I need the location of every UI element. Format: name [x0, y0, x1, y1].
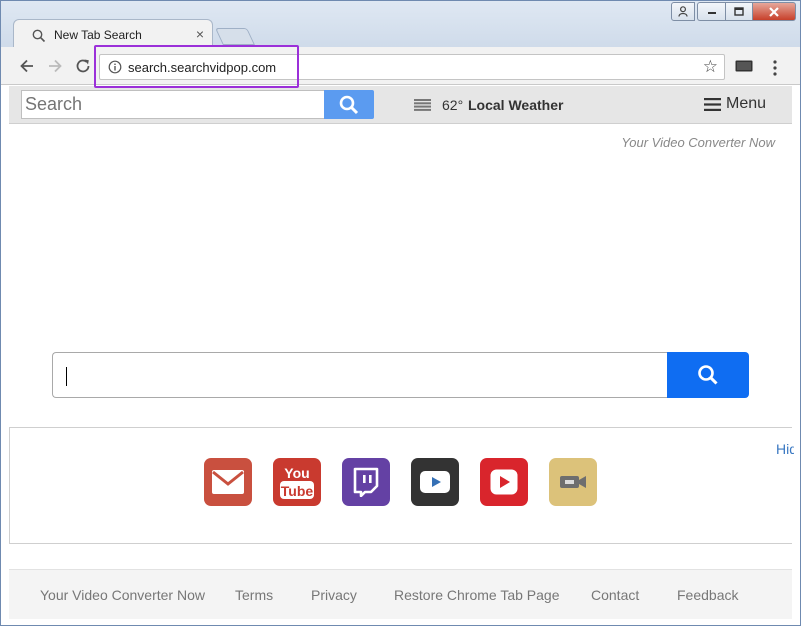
main-search-button[interactable] [667, 352, 749, 398]
user-button[interactable] [671, 2, 695, 21]
text-caret [66, 367, 67, 386]
close-window-button[interactable] [752, 2, 796, 21]
tab-close-button[interactable]: × [192, 26, 208, 42]
youtube-logo-icon: You Tube [280, 465, 314, 499]
shortcuts-panel: Hide You Tube [9, 427, 794, 544]
user-icon [678, 6, 688, 17]
shortcut-gmail[interactable] [204, 458, 252, 506]
close-icon [769, 6, 779, 17]
main-search-bar [52, 352, 749, 398]
svg-text:You: You [284, 465, 309, 481]
forward-arrow-icon[interactable] [45, 56, 65, 76]
reload-icon[interactable] [73, 56, 93, 76]
page-footer: Your Video Converter Now Terms Privacy R… [9, 569, 792, 619]
back-arrow-icon[interactable] [17, 56, 37, 76]
shortcut-video-camera[interactable] [549, 458, 597, 506]
bookmark-star-icon[interactable]: ☆ [703, 58, 718, 76]
maximize-icon [734, 7, 744, 16]
weather-fog-icon [414, 99, 431, 111]
minimize-icon [707, 11, 716, 14]
search-icon [698, 365, 718, 385]
camera-icon [560, 476, 586, 488]
window-controls [671, 2, 796, 22]
address-highlight-box [94, 45, 299, 88]
main-search-input[interactable] [52, 352, 668, 398]
maximize-button[interactable] [725, 2, 752, 21]
hamburger-menu-icon[interactable] [704, 98, 721, 111]
shortcut-tiles: You Tube [204, 458, 597, 506]
shortcut-youtube[interactable] [480, 458, 528, 506]
cast-icon[interactable] [735, 60, 753, 73]
footer-link-feedback[interactable]: Feedback [677, 587, 738, 603]
twitch-icon [353, 467, 379, 497]
play-red-icon [490, 469, 518, 495]
search-icon [32, 29, 46, 43]
toolbar-search-button[interactable] [324, 90, 374, 119]
footer-link-terms[interactable]: Terms [235, 587, 273, 603]
shortcut-twitch[interactable] [342, 458, 390, 506]
browser-window: New Tab Search × search.searchvidpop.com… [0, 0, 801, 626]
shortcut-video-player[interactable] [411, 458, 459, 506]
tab-new-tab-search[interactable]: New Tab Search × [13, 19, 213, 48]
mail-icon [212, 470, 244, 494]
play-dark-icon [420, 471, 450, 493]
extension-toolbar: 62° Local Weather Menu [9, 86, 792, 124]
weather-temperature[interactable]: 62° [442, 97, 463, 113]
menu-button[interactable]: Menu [726, 95, 766, 113]
footer-link-restore-tab[interactable]: Restore Chrome Tab Page [394, 587, 560, 603]
footer-link-contact[interactable]: Contact [591, 587, 639, 603]
footer-link-video-converter[interactable]: Your Video Converter Now [40, 587, 205, 603]
hide-shortcuts-link[interactable]: Hide [776, 441, 794, 457]
shortcut-youtube-logo[interactable]: You Tube [273, 458, 321, 506]
tagline-link[interactable]: Your Video Converter Now [561, 135, 775, 150]
tab-title: New Tab Search [54, 28, 142, 42]
toolbar-search-input[interactable] [21, 90, 324, 119]
footer-link-privacy[interactable]: Privacy [311, 587, 357, 603]
minimize-button[interactable] [697, 2, 725, 21]
svg-text:Tube: Tube [281, 483, 314, 499]
search-icon [339, 95, 359, 114]
more-menu-icon[interactable] [771, 59, 779, 77]
weather-link[interactable]: Local Weather [468, 97, 563, 113]
